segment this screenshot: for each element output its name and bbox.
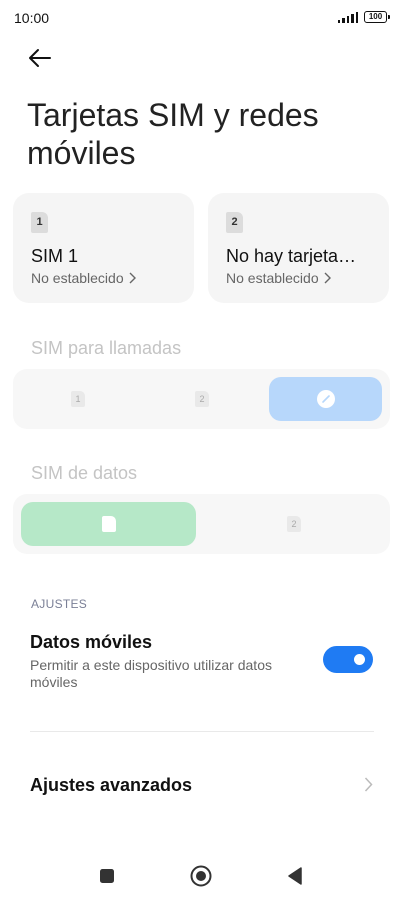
chevron-right-icon (129, 272, 136, 284)
arrow-left-icon (29, 49, 51, 67)
advanced-settings-title: Ajustes avanzados (30, 775, 193, 795)
battery-icon: 100 (364, 11, 390, 23)
sim-chip-icon: 2 (226, 212, 243, 233)
sim-card-name: No hay tarjeta… (226, 246, 357, 266)
sim-card-1[interactable]: 1 SIM 1 No establecido (13, 193, 194, 303)
calls-sim-option-2[interactable]: 2 (145, 377, 259, 421)
sim-chip-icon: 2 (287, 516, 301, 532)
chevron-right-icon (324, 272, 331, 284)
settings-section-header: AJUSTES (31, 597, 88, 611)
sim-chip-icon (101, 516, 116, 532)
navigation-bar (0, 850, 403, 900)
data-sim-label: SIM de datos (31, 463, 138, 483)
sim-card-status: No establecido (31, 270, 136, 286)
calls-sim-selector: 1 2 (13, 369, 390, 429)
calls-sim-option-ask[interactable] (269, 377, 382, 421)
sim-chip-icon: 1 (31, 212, 48, 233)
sim-card-status-text: No establecido (31, 270, 124, 286)
recents-button[interactable] (99, 868, 115, 889)
calls-sim-option-1[interactable]: 1 (21, 377, 135, 421)
pencil-icon (316, 390, 335, 408)
mobile-data-title: Datos móviles (30, 632, 153, 652)
home-circle-icon (190, 865, 212, 887)
mobile-data-description: Permitir a este dispositivo utilizar dat… (30, 657, 272, 690)
data-sim-selector: 2 (13, 494, 390, 554)
back-nav-button[interactable] (287, 867, 303, 890)
home-button[interactable] (190, 865, 212, 892)
sim-card-2[interactable]: 2 No hay tarjeta… No establecido (208, 193, 389, 303)
sim-chip-icon: 2 (195, 391, 209, 407)
battery-level: 100 (368, 12, 383, 21)
sim-card-name: SIM 1 (31, 246, 79, 266)
signal-icon (337, 12, 358, 23)
back-triangle-icon (288, 867, 302, 885)
data-sim-option-1[interactable] (21, 502, 196, 546)
sim-chip-icon: 1 (71, 391, 85, 407)
status-time: 10:00 (14, 10, 50, 26)
divider (30, 731, 374, 732)
mobile-data-toggle[interactable] (323, 646, 373, 673)
calls-sim-label: SIM para llamadas (31, 338, 182, 358)
page-title: Tarjetas SIM y redes móviles (27, 97, 319, 171)
square-icon (100, 869, 114, 883)
status-bar: 10:00 100 (0, 0, 403, 36)
chevron-right-icon (364, 777, 373, 792)
toggle-knob (354, 654, 365, 665)
back-button[interactable] (26, 46, 54, 70)
advanced-settings-row[interactable]: Ajustes avanzados (0, 760, 403, 810)
data-sim-option-2[interactable]: 2 (206, 502, 382, 546)
sim-card-status-text: No establecido (226, 270, 319, 286)
sim-card-status: No establecido (226, 270, 331, 286)
